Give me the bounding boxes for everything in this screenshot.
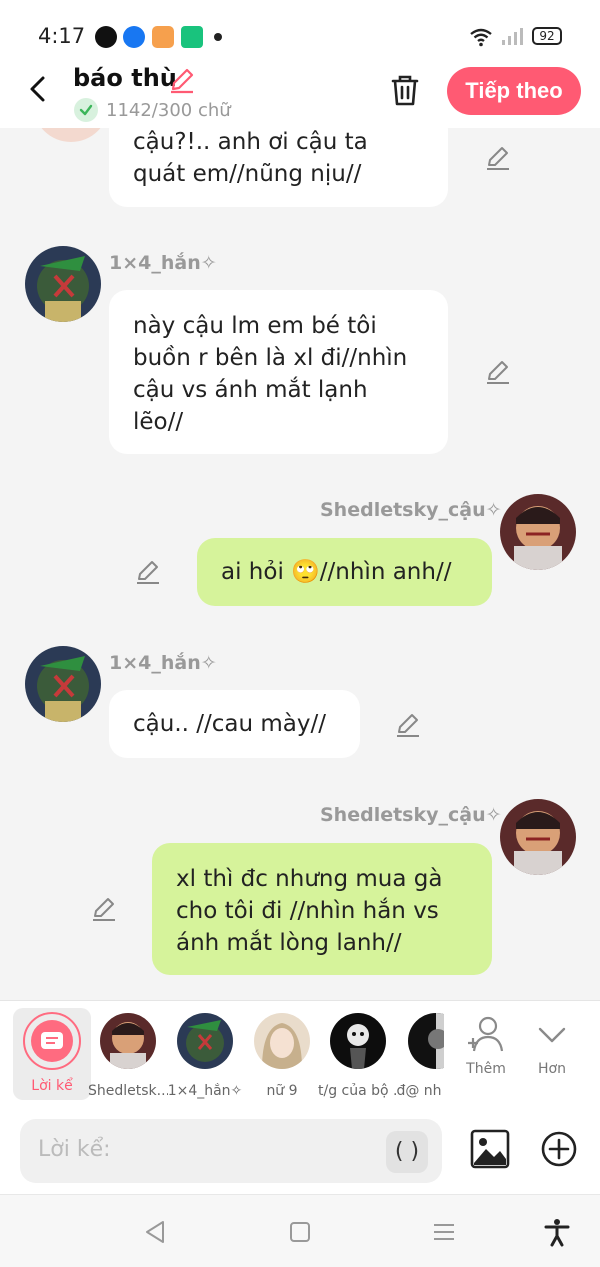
nav-home-icon[interactable]: [285, 1217, 315, 1247]
avatar-shedletsky[interactable]: [500, 494, 576, 570]
message-line: cậu?!.. anh ơi cậu ta: [133, 129, 368, 155]
character-name: Lời kể: [31, 1078, 73, 1094]
delete-button[interactable]: [386, 71, 424, 109]
message-line: lẽo//: [133, 409, 184, 435]
edit-message-icon[interactable]: [484, 144, 512, 172]
edit-message-icon[interactable]: [394, 711, 422, 739]
next-button[interactable]: Tiếp theo: [447, 67, 581, 115]
avatar: [330, 1013, 386, 1069]
character-shedletsky[interactable]: Shedletsk...: [88, 1011, 168, 1099]
nav-back-icon[interactable]: [141, 1217, 171, 1247]
character-nu9[interactable]: nữ 9: [242, 1011, 322, 1099]
avatar-hian[interactable]: [25, 246, 101, 322]
message-line: quát em//nũng nịu//: [133, 161, 362, 187]
input-bar: Lời kể: ( ): [0, 1108, 600, 1194]
signal-icon: [502, 28, 523, 45]
avatar: [254, 1013, 310, 1069]
check-icon: [74, 98, 98, 122]
message-bubble[interactable]: ai hỏi 🙄//nhìn anh//: [197, 538, 492, 606]
action-paren-button[interactable]: ( ): [386, 1131, 428, 1173]
editor-header: báo thù 1142/300 chữ Tiếp theo: [0, 58, 600, 128]
message-line: này cậu lm em bé tôi: [133, 313, 377, 339]
message-line: cho tôi đi //nhìn hắn vs: [176, 898, 439, 924]
system-nav-bar: [0, 1194, 600, 1267]
character-narrator[interactable]: Lời kể: [13, 1008, 91, 1100]
wifi-icon: [470, 28, 492, 47]
add-character-button[interactable]: Thêm: [454, 1015, 518, 1077]
notification-dot: [214, 33, 222, 41]
add-label: Thêm: [466, 1061, 506, 1077]
add-button[interactable]: [540, 1130, 578, 1168]
sender-name: Shedletsky_cậu✧: [320, 499, 502, 521]
add-person-icon: [468, 1016, 504, 1052]
game-icon: [152, 26, 174, 48]
message-line: buồn r bên là xl đi//nhìn: [133, 345, 408, 371]
battery-icon: 92: [532, 27, 562, 45]
character-other[interactable]: đ@ nh: [394, 1011, 444, 1099]
spreadsheet-icon: [181, 26, 203, 48]
edit-message-icon[interactable]: [90, 895, 118, 923]
character-name: t/g của bộ ...: [318, 1083, 398, 1099]
sender-name: 1×4_hắn✧: [109, 652, 217, 674]
insert-image-button[interactable]: [470, 1129, 510, 1169]
input-placeholder: Lời kể:: [38, 1137, 111, 1162]
message-line: xl thì đc nhưng mua gà: [176, 866, 443, 892]
word-count: 1142/300 chữ: [106, 100, 231, 121]
facebook-icon: [123, 26, 145, 48]
character-hian[interactable]: 1×4_hắn✧: [165, 1011, 245, 1099]
character-bar: Lời kể Shedletsk... 1×4_hắn✧ nữ 9 t/g củ…: [0, 1000, 600, 1108]
character-name: đ@ nh: [396, 1083, 442, 1099]
message-bubble[interactable]: cậu?!.. anh ơi cậu ta quát em//nũng nịu/…: [109, 128, 448, 207]
back-button[interactable]: [22, 72, 56, 106]
character-name: 1×4_hắn✧: [167, 1083, 243, 1099]
story-title[interactable]: báo thù: [73, 64, 177, 92]
sender-name: Shedletsky_cậu✧: [320, 804, 502, 826]
message-line: cậu vs ánh mắt lạnh: [133, 377, 368, 403]
messenger-icon: [95, 26, 117, 48]
message-bubble[interactable]: này cậu lm em bé tôi buồn r bên là xl đi…: [109, 290, 448, 454]
nav-menu-icon[interactable]: [429, 1217, 459, 1247]
character-name: Shedletsk...: [88, 1083, 168, 1099]
avatar-hian[interactable]: [25, 646, 101, 722]
message-input[interactable]: Lời kể: ( ): [20, 1119, 442, 1183]
accessibility-icon[interactable]: [542, 1217, 572, 1247]
chevron-down-icon: [538, 1027, 566, 1043]
character-author[interactable]: t/g của bộ ...: [318, 1011, 398, 1099]
message-bubble[interactable]: cậu.. //cau mày//: [109, 690, 360, 758]
edit-title-icon[interactable]: [168, 66, 196, 94]
message-line: ai hỏi 🙄//nhìn anh//: [221, 559, 452, 585]
more-label: Hơn: [538, 1061, 566, 1077]
avatar: [33, 128, 109, 142]
avatar: [408, 1013, 444, 1069]
chat-area[interactable]: cậu?!.. anh ơi cậu ta quát em//nũng nịu/…: [0, 128, 600, 1000]
status-time: 4:17: [38, 24, 86, 48]
message-bubble[interactable]: xl thì đc nhưng mua gà cho tôi đi //nhìn…: [152, 843, 492, 975]
avatar: [177, 1013, 233, 1069]
character-name: nữ 9: [266, 1083, 298, 1099]
message-line: cậu.. //cau mày//: [133, 711, 326, 737]
sender-name: 1×4_hắn✧: [109, 252, 217, 274]
message-line: ánh mắt lòng lanh//: [176, 930, 402, 956]
narrator-icon: [23, 1012, 81, 1070]
edit-message-icon[interactable]: [484, 358, 512, 386]
avatar: [100, 1013, 156, 1069]
more-button[interactable]: Hơn: [520, 1015, 584, 1077]
edit-message-icon[interactable]: [134, 558, 162, 586]
avatar-shedletsky[interactable]: [500, 799, 576, 875]
